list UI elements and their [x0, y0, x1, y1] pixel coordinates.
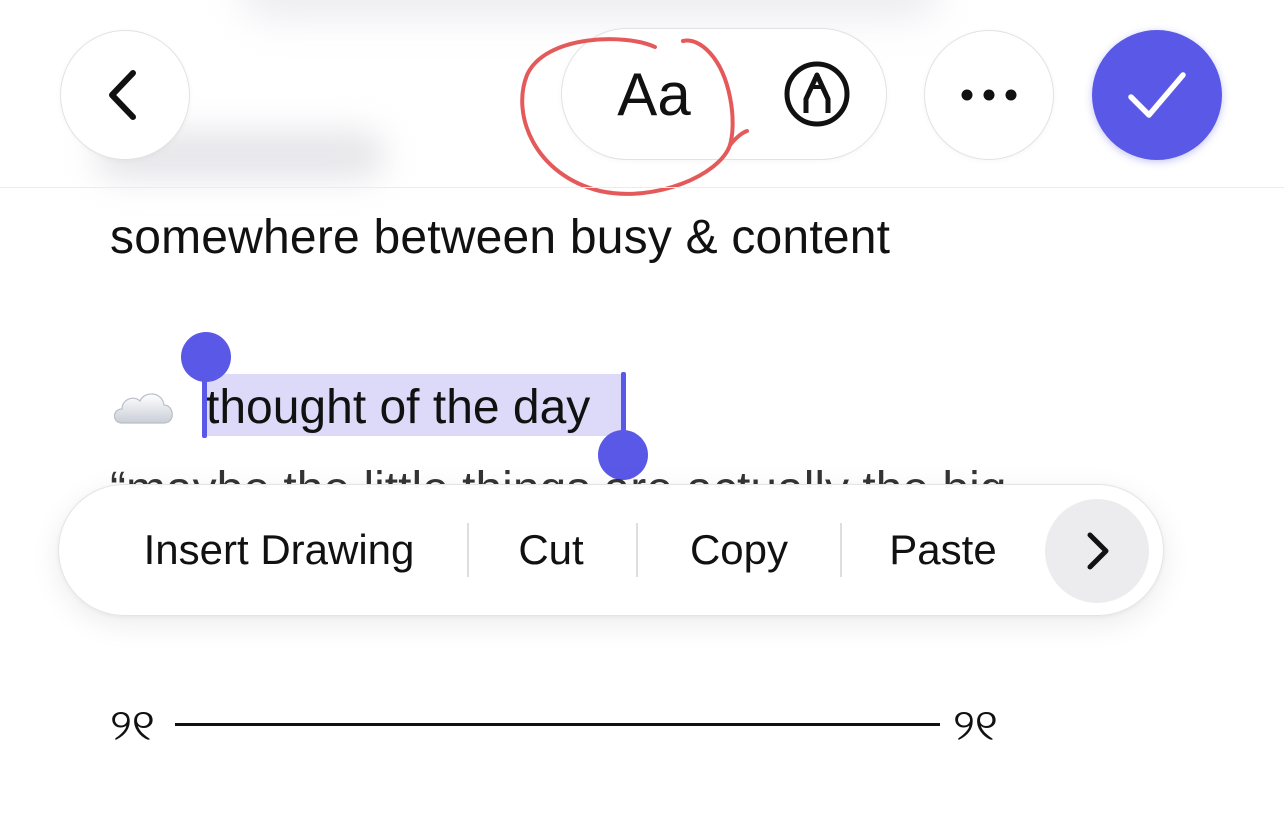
back-button[interactable] — [60, 30, 190, 160]
menu-item-label: Paste — [889, 526, 997, 573]
cut-menu-item[interactable]: Cut — [471, 485, 631, 615]
cloud-icon — [113, 393, 173, 424]
selection-end-handle-bar[interactable] — [621, 372, 626, 436]
selection-start-handle-bar[interactable] — [202, 374, 207, 438]
more-button[interactable] — [924, 30, 1054, 160]
ellipsis-icon — [961, 89, 1017, 101]
format-label: Aa — [617, 60, 691, 128]
insert-drawing-menu-item[interactable]: Insert Drawing — [89, 485, 469, 615]
note-line[interactable]: somewhere between busy & content — [110, 210, 890, 265]
toolbar-divider — [0, 187, 1284, 188]
menu-item-label: Cut — [518, 526, 584, 573]
menu-item-label: Insert Drawing — [143, 526, 415, 573]
blurred-background — [240, 0, 940, 20]
chevron-left-icon — [109, 70, 136, 120]
menu-separator — [636, 523, 638, 577]
menu-item-label: Copy — [689, 526, 789, 573]
selection-start-handle[interactable] — [181, 332, 231, 382]
format-button[interactable]: Aa — [584, 29, 724, 159]
chevron-right-icon — [1087, 532, 1109, 570]
markup-pen-icon — [784, 61, 850, 127]
format-markup-group: Aa — [561, 28, 887, 160]
decorative-glyph-left: ୨୧ — [110, 700, 155, 751]
copy-menu-item[interactable]: Copy — [639, 485, 839, 615]
menu-separator — [467, 523, 469, 577]
done-button[interactable] — [1092, 30, 1222, 160]
menu-separator — [840, 523, 842, 577]
checkmark-icon — [1128, 72, 1186, 118]
selected-text[interactable]: thought of the day — [206, 380, 590, 435]
edit-context-menu: Insert Drawing Cut Copy Paste — [58, 484, 1164, 616]
paste-menu-item[interactable]: Paste — [843, 485, 1043, 615]
markup-button[interactable] — [762, 29, 872, 159]
horizontal-rule — [175, 723, 940, 726]
menu-next-button[interactable] — [1045, 499, 1149, 603]
decorative-glyph-right: ୨୧ — [953, 700, 998, 751]
note-editor: Aa somewhere between busy & content thou… — [0, 0, 1284, 827]
